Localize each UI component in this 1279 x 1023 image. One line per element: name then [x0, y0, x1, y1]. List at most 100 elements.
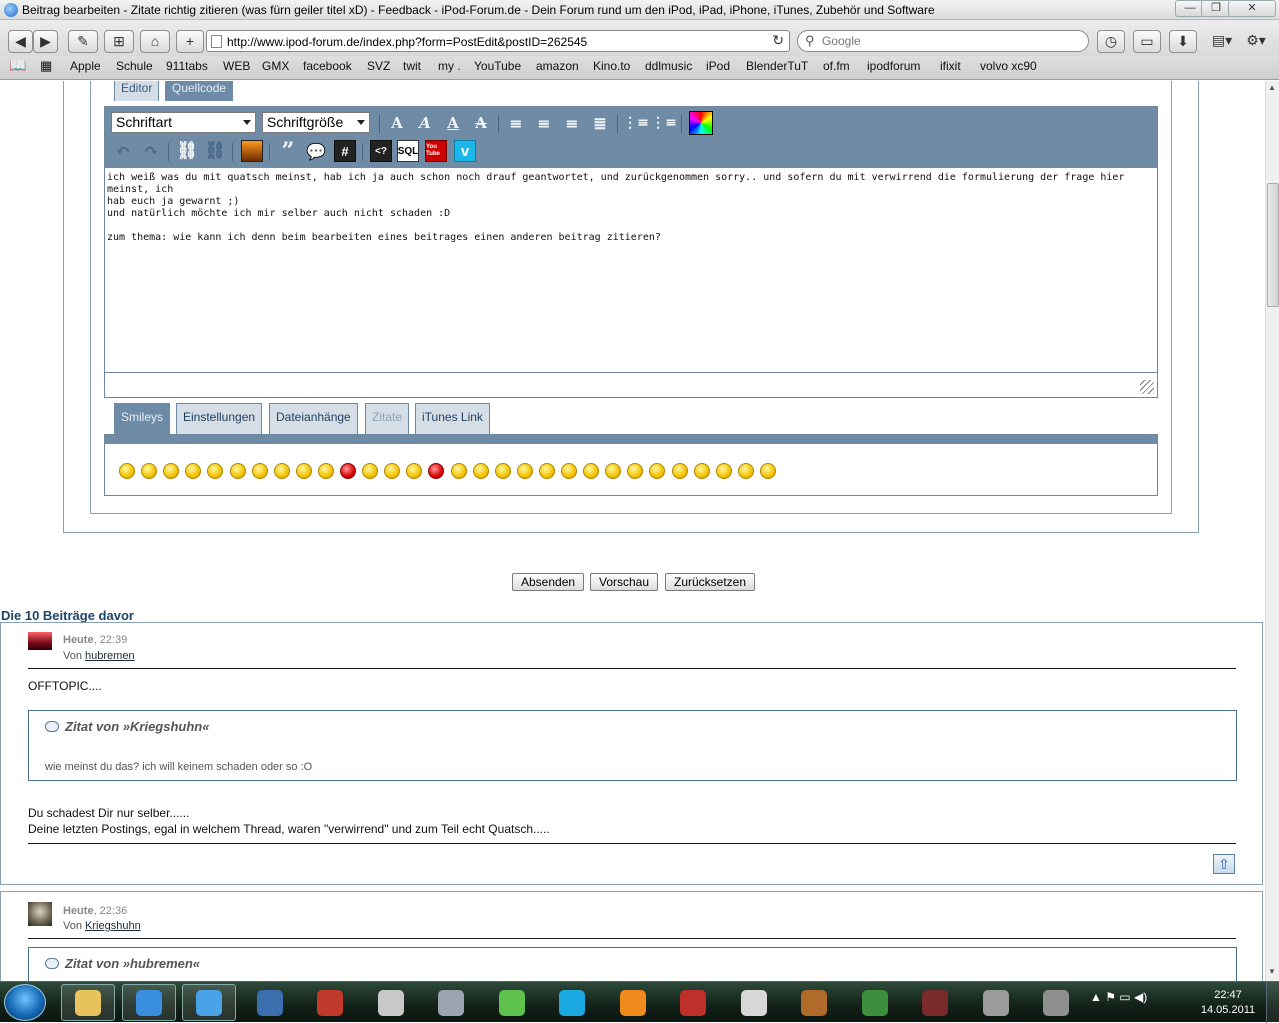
smiley-whistle-icon[interactable]	[494, 463, 511, 479]
bold-icon[interactable]: A	[386, 112, 408, 134]
bookmark-my[interactable]: my .	[438, 59, 461, 73]
font-size-select[interactable]: Schriftgröße	[262, 112, 370, 133]
taskbar-itunes-icon[interactable]	[121, 984, 176, 1021]
taskbar-call-of-duty-icon[interactable]	[848, 984, 902, 1021]
smiley-thumbup-icon[interactable]	[516, 463, 533, 479]
smiley-confused-icon[interactable]	[317, 463, 334, 479]
reader-icon[interactable]: ▭	[1133, 30, 1161, 53]
search-field[interactable]: ⚲	[797, 30, 1089, 52]
author-link[interactable]: hubremen	[85, 650, 135, 662]
bookmark-svz[interactable]: SVZ	[367, 59, 390, 73]
bookmark-youtube[interactable]: YouTube	[474, 59, 521, 73]
smiley-angry-icon[interactable]	[362, 463, 379, 479]
smiley-happy-icon[interactable]	[715, 463, 732, 479]
start-button[interactable]	[4, 984, 46, 1021]
bookmark-ddlmusic[interactable]: ddlmusic	[645, 59, 692, 73]
smiley-tongue-icon[interactable]	[185, 463, 202, 479]
clock[interactable]: 22:47 14.05.2011	[1196, 988, 1260, 1018]
taskbar-explorer-icon[interactable]	[61, 984, 115, 1021]
reload-icon[interactable]: ↻	[772, 32, 784, 49]
address-bar[interactable]: http://www.ipod-forum.de/index.php?form=…	[206, 30, 790, 52]
taskbar-age-of-empires-icon[interactable]	[787, 984, 841, 1021]
smiley-exclamation-icon[interactable]	[759, 463, 776, 479]
sql-icon[interactable]: SQL	[397, 140, 419, 162]
smiley-rolleyes-icon[interactable]	[273, 463, 290, 479]
bookmark-gmx[interactable]: GMX	[262, 59, 289, 73]
smiley-biggrin-icon[interactable]	[229, 463, 246, 479]
smiley-mad-icon[interactable]	[340, 463, 356, 479]
history-icon[interactable]: ◷	[1097, 30, 1125, 53]
smiley-question-icon[interactable]	[406, 463, 423, 479]
close-button[interactable]: ✕	[1228, 0, 1276, 17]
align-left-icon[interactable]: ≡	[505, 112, 527, 134]
bookmark-ifixit[interactable]: ifixit	[940, 59, 961, 73]
submit-button[interactable]: Absenden	[512, 573, 585, 591]
taskbar-vlc-like-icon[interactable]	[666, 984, 720, 1021]
smiley-thumbsup-cool-icon[interactable]	[561, 463, 577, 479]
strikethrough-icon[interactable]: A	[470, 112, 492, 134]
smiley-sad-icon[interactable]	[141, 463, 158, 479]
bookmark-blendertut[interactable]: BlenderTuT	[746, 59, 808, 73]
vimeo-icon[interactable]: v	[454, 140, 476, 162]
smiley-sleeping-icon[interactable]	[627, 463, 644, 479]
edit-page-icon[interactable]: ✎	[68, 30, 98, 53]
tab-itunes-link[interactable]: iTunes Link	[415, 403, 490, 435]
forward-button[interactable]: ▶	[33, 30, 58, 53]
underline-icon[interactable]: A	[442, 112, 464, 134]
author-link[interactable]: Kriegshuhn	[85, 920, 141, 932]
bookmark-web[interactable]: WEB	[223, 59, 250, 73]
taskbar-photo-tool-icon[interactable]	[424, 984, 478, 1021]
bookmark-facebook[interactable]: facebook	[303, 59, 352, 73]
taskbar-safari-icon[interactable]	[182, 984, 236, 1021]
page-scrollbar[interactable]: ▲ ▼	[1265, 81, 1279, 981]
speech-bubble-icon[interactable]: 💬	[305, 140, 327, 162]
show-desktop-button[interactable]	[1266, 982, 1279, 1023]
smiley-thinking-icon[interactable]	[472, 463, 489, 479]
new-tab-button[interactable]: +	[176, 30, 204, 53]
maximize-button[interactable]: ❐	[1201, 0, 1231, 17]
redo-icon[interactable]: ↷	[140, 140, 162, 162]
code-icon[interactable]: <?	[370, 140, 392, 162]
add-bookmark-icon[interactable]: ⊞	[104, 30, 134, 53]
remove-link-icon[interactable]: ⛓	[204, 140, 226, 162]
align-center-icon[interactable]: ≡	[533, 112, 555, 134]
preview-button[interactable]: Vorschau	[590, 573, 659, 591]
scroll-up-icon[interactable]: ▲	[1268, 83, 1276, 92]
taskbar-filezilla-icon[interactable]	[303, 984, 357, 1021]
smiley-huh-icon[interactable]	[295, 463, 312, 479]
taskbar-blender-icon[interactable]	[606, 984, 660, 1021]
smiley-crying-icon[interactable]	[251, 463, 268, 479]
youtube-icon[interactable]: You Tube	[425, 140, 447, 162]
tab-einstellungen[interactable]: Einstellungen	[176, 403, 263, 435]
downloads-icon[interactable]: ⬇	[1169, 30, 1197, 53]
smiley-evil-icon[interactable]	[428, 463, 445, 479]
align-right-icon[interactable]: ≡	[561, 112, 583, 134]
bookmark-offm[interactable]: of.fm	[823, 59, 850, 73]
top-sites-icon[interactable]: ▦	[40, 58, 52, 74]
tab-dateianhaenge[interactable]: Dateianhänge	[269, 403, 358, 435]
bookmark-ipod[interactable]: iPod	[706, 59, 730, 73]
taskbar-counter-strike-icon[interactable]	[969, 984, 1023, 1021]
bookmark-kino[interactable]: Kino.to	[593, 59, 630, 73]
smiley-sly-icon[interactable]	[693, 463, 710, 479]
bookmark-911tabs[interactable]: 911tabs	[166, 59, 208, 73]
scrollbar-thumb[interactable]	[1267, 183, 1279, 307]
italic-icon[interactable]: A	[414, 112, 436, 134]
scroll-to-top-icon[interactable]: ⇧	[1213, 854, 1235, 874]
resize-grip-icon[interactable]	[1140, 380, 1154, 394]
taskbar-battlefield-2142-icon[interactable]	[1029, 984, 1083, 1021]
quote-icon[interactable]: ”	[277, 138, 299, 164]
tab-smileys[interactable]: Smileys	[114, 403, 171, 435]
smiley-smile-icon[interactable]	[119, 463, 135, 479]
taskbar-icq-icon[interactable]	[485, 984, 539, 1021]
message-textarea[interactable]: ich weiß was du mit quatsch meinst, hab …	[106, 170, 1156, 370]
smiley-questionmark-icon[interactable]	[737, 463, 754, 479]
smiley-blink-icon[interactable]	[384, 463, 401, 479]
font-family-select[interactable]: Schriftart	[111, 112, 256, 133]
smiley-neutral-icon[interactable]	[450, 463, 467, 479]
reading-list-icon[interactable]: 📖	[9, 57, 26, 74]
bookmark-volvo[interactable]: volvo xc90	[980, 59, 1037, 73]
bookmark-schule[interactable]: Schule	[116, 59, 153, 73]
tab-quellcode[interactable]: Quellcode	[165, 81, 234, 101]
address-url[interactable]: http://www.ipod-forum.de/index.php?form=…	[227, 35, 587, 49]
